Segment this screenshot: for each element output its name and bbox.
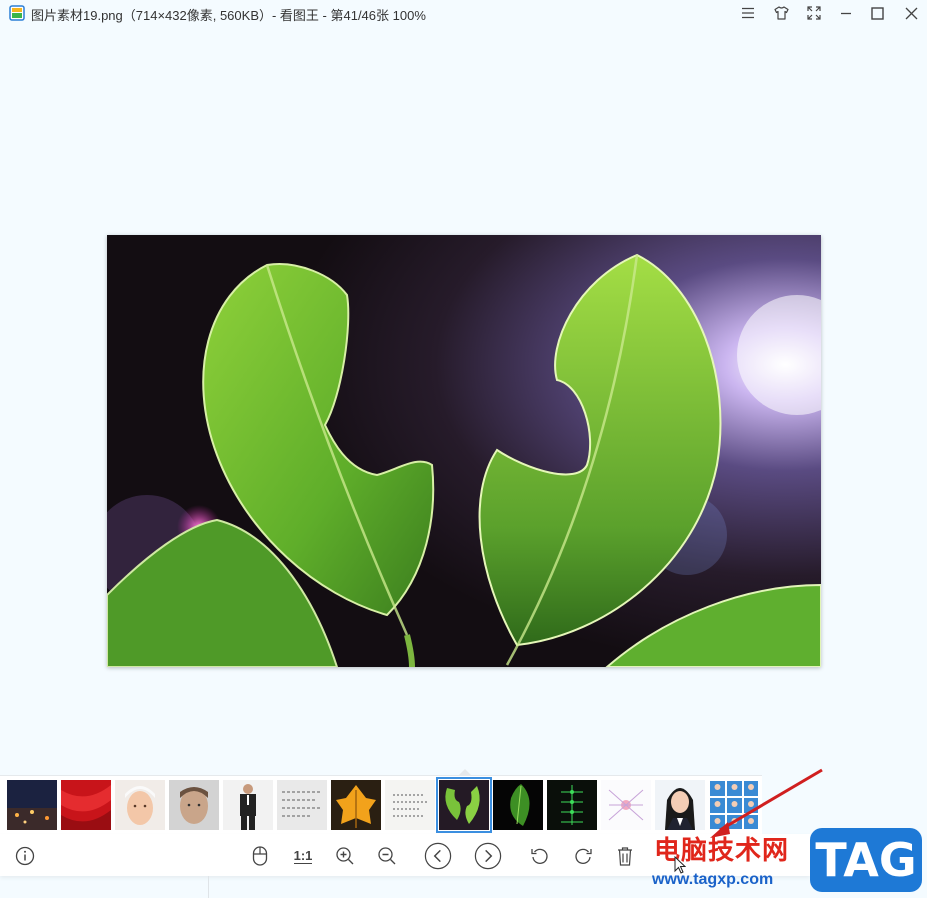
thumbnail-id-photo-grid[interactable] xyxy=(709,780,759,830)
thumbnail-red-curtain[interactable] xyxy=(61,780,111,830)
thumbnail-woman-skincare[interactable] xyxy=(115,780,165,830)
actual-size-button[interactable]: 1:1 xyxy=(289,842,317,870)
app-logo-icon xyxy=(9,5,25,21)
minimize-icon[interactable] xyxy=(834,3,858,23)
zoom-in-icon[interactable] xyxy=(331,842,359,870)
bottom-toolbar: 1:1 xyxy=(0,834,810,876)
thumbnail-handwritten-note[interactable] xyxy=(277,780,327,830)
main-image[interactable] xyxy=(107,235,821,667)
maximize-icon[interactable] xyxy=(865,3,889,23)
thumbnail-strip[interactable] xyxy=(0,775,762,834)
thumbnail-night-city[interactable] xyxy=(7,780,57,830)
thumbnail-green-diagram[interactable] xyxy=(547,780,597,830)
close-icon[interactable] xyxy=(899,3,923,23)
menu-icon[interactable] xyxy=(736,3,760,23)
previous-icon[interactable] xyxy=(424,842,452,870)
thumbnail-handwriting-paper[interactable] xyxy=(385,780,435,830)
rotate-right-icon[interactable] xyxy=(569,842,597,870)
thumbnail-leaf-on-black[interactable] xyxy=(493,780,543,830)
skin-icon[interactable] xyxy=(769,3,793,23)
thumbnail-yellow-leaf[interactable] xyxy=(331,780,381,830)
divider xyxy=(208,876,209,898)
actual-size-label: 1:1 xyxy=(293,847,313,864)
delete-icon[interactable] xyxy=(611,842,639,870)
mouse-icon[interactable] xyxy=(246,842,274,870)
rotate-left-icon[interactable] xyxy=(526,842,554,870)
window-title: 图片素材19.png（714×432像素, 560KB）- 看图王 - 第41/… xyxy=(31,8,426,23)
thumbnail-green-leaves[interactable] xyxy=(436,777,492,833)
leaves-photo xyxy=(107,235,821,667)
thumbnail-mind-map[interactable] xyxy=(601,780,651,830)
thumbnail-man-portrait[interactable] xyxy=(169,780,219,830)
next-icon[interactable] xyxy=(474,842,502,870)
thumbnail-businessman[interactable] xyxy=(223,780,273,830)
title-bar: 图片素材19.png（714×432像素, 560KB）- 看图王 - 第41/… xyxy=(0,0,927,26)
mouse-cursor-icon xyxy=(674,855,687,879)
info-icon[interactable] xyxy=(11,842,39,870)
thumbnail-id-photo[interactable] xyxy=(655,780,705,830)
zoom-out-icon[interactable] xyxy=(373,842,401,870)
watermark-badge: TAG xyxy=(810,828,922,892)
fullscreen-icon[interactable] xyxy=(802,3,826,23)
